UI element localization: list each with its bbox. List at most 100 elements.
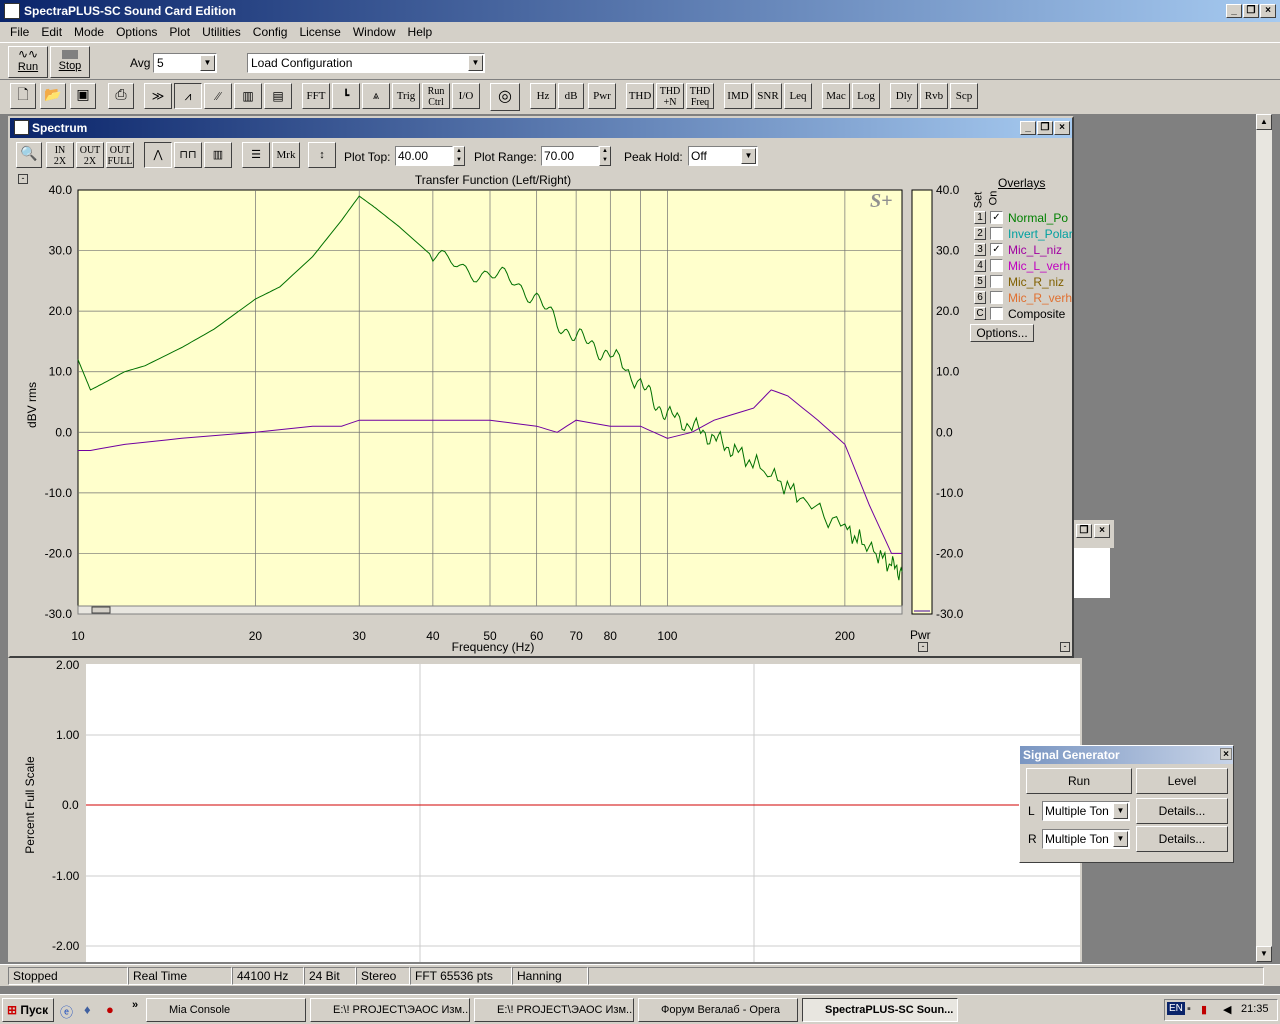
overlay-checkbox[interactable]: ✓ xyxy=(990,243,1003,256)
thd-n-button[interactable]: THD +N xyxy=(656,83,684,109)
io-button[interactable]: I/O xyxy=(452,83,480,109)
main-scrollbar[interactable]: ▲ ▼ xyxy=(1256,114,1272,962)
collapse-icon[interactable]: - xyxy=(1060,642,1070,652)
tray-app-icon[interactable]: ▪ xyxy=(1187,1003,1191,1015)
menu-options[interactable]: Options xyxy=(110,25,163,39)
left-details-button[interactable]: Details... xyxy=(1136,798,1228,824)
scroll-up-icon[interactable]: ▲ xyxy=(1256,114,1272,130)
phase-mode-icon[interactable]: ∕∕ xyxy=(204,83,232,109)
overlay-checkbox[interactable] xyxy=(990,259,1003,272)
overlay-set-button[interactable]: C xyxy=(974,307,986,320)
thd-button[interactable]: THD xyxy=(626,83,654,109)
overlay-set-button[interactable]: 2 xyxy=(974,227,986,240)
task-spectraplus[interactable]: SpectraPLUS-SC Soun... xyxy=(802,998,958,1022)
spectrum-mode-icon[interactable]: ⩘ xyxy=(174,83,202,109)
chevron-down-icon[interactable]: ▼ xyxy=(1113,803,1128,819)
overlay-name[interactable]: Mic_L_niz xyxy=(1008,243,1062,257)
chevron-down-icon[interactable]: ▼ xyxy=(468,55,483,71)
overlay-set-button[interactable]: 4 xyxy=(974,259,986,272)
axis-icon[interactable]: ┗ xyxy=(332,83,360,109)
scroll-down-icon[interactable]: ▼ xyxy=(1256,946,1272,962)
right-details-button[interactable]: Details... xyxy=(1136,826,1228,852)
task-explorer-1[interactable]: E:\! PROJECT\ЭАОС Изм... xyxy=(310,998,470,1022)
overlay-checkbox[interactable] xyxy=(990,227,1003,240)
speaker-icon[interactable]: ◀ xyxy=(1223,1003,1231,1016)
dly-button[interactable]: Dly xyxy=(890,83,918,109)
menu-help[interactable]: Help xyxy=(402,25,439,39)
generator-run-button[interactable]: Run xyxy=(1026,768,1132,794)
chevron-more-icon[interactable]: » xyxy=(132,999,138,1011)
fft-button[interactable]: FFT xyxy=(302,83,330,109)
hz-button[interactable]: Hz xyxy=(530,83,556,109)
overlay-name[interactable]: Composite xyxy=(1008,307,1065,321)
spectrum-chart[interactable]: 40.0 40.030.0 30.020.0 20.010.0 10.00.0 0.0-1… xyxy=(10,118,1072,658)
overlay-checkbox[interactable] xyxy=(990,275,1003,288)
task-explorer-2[interactable]: E:\! PROJECT\ЭАОС Изм... xyxy=(474,998,634,1022)
save-disk-icon[interactable]: ▣ xyxy=(70,83,96,109)
overlay-set-button[interactable]: 5 xyxy=(974,275,986,288)
config-select[interactable]: Load Configuration ▼ xyxy=(247,53,485,73)
overlay-set-button[interactable]: 1 xyxy=(974,211,986,224)
thd-freq-button[interactable]: THD Freq xyxy=(686,83,714,109)
pwr-button[interactable]: Pwr xyxy=(588,83,616,109)
menu-window[interactable]: Window xyxy=(347,25,402,39)
new-file-icon[interactable]: 🗋 xyxy=(10,83,36,109)
overlay-name[interactable]: Mic_R_verh xyxy=(1008,291,1072,305)
menu-mode[interactable]: Mode xyxy=(68,25,110,39)
task-mia-console[interactable]: Mia Console xyxy=(146,998,306,1022)
close-button[interactable]: × xyxy=(1260,4,1276,18)
menu-edit[interactable]: Edit xyxy=(35,25,68,39)
task-opera[interactable]: Форум Вегалаб - Opera xyxy=(638,998,798,1022)
left-waveform-select[interactable]: Multiple Ton ▼ xyxy=(1042,801,1130,821)
overlay-checkbox[interactable] xyxy=(990,291,1003,304)
overlay-set-button[interactable]: 6 xyxy=(974,291,986,304)
tray-echo-icon[interactable]: ▮ xyxy=(1201,1003,1207,1016)
overlay-name[interactable]: Normal_Po xyxy=(1008,211,1068,225)
restore-button[interactable]: ❐ xyxy=(1076,524,1092,538)
overlay-options-button[interactable]: Options... xyxy=(970,324,1034,342)
menu-license[interactable]: License xyxy=(293,25,346,39)
rvb-button[interactable]: Rvb xyxy=(920,83,948,109)
print-icon[interactable]: ⎙ xyxy=(108,83,134,109)
avg-select[interactable]: 5 ▼ xyxy=(153,53,217,73)
run-button[interactable]: ∿∿ Run xyxy=(8,46,48,78)
close-icon[interactable]: × xyxy=(1220,748,1232,760)
quicklaunch-icon[interactable]: ♦ xyxy=(84,1002,91,1017)
menu-utilities[interactable]: Utilities xyxy=(196,25,247,39)
right-waveform-select[interactable]: Multiple Ton ▼ xyxy=(1042,829,1130,849)
db-button[interactable]: dB xyxy=(558,83,584,109)
language-indicator[interactable]: EN xyxy=(1167,1002,1185,1015)
ie-icon[interactable]: ⓔ xyxy=(60,1002,73,1021)
log-button[interactable]: Log xyxy=(852,83,880,109)
imd-button[interactable]: IMD xyxy=(724,83,752,109)
leq-button[interactable]: Leq xyxy=(784,83,812,109)
menu-config[interactable]: Config xyxy=(247,25,294,39)
snr-button[interactable]: SNR xyxy=(754,83,782,109)
collapse-icon[interactable]: - xyxy=(918,642,928,652)
clock[interactable]: 21:35 xyxy=(1241,1003,1269,1015)
start-button[interactable]: ⊞ Пуск xyxy=(2,998,54,1022)
trig-button[interactable]: Trig xyxy=(392,83,420,109)
generator-sine-icon[interactable]: ◎ xyxy=(490,83,520,111)
overlay-name[interactable]: Invert_Polar xyxy=(1008,227,1073,241)
overlay-name[interactable]: Mic_L_verh xyxy=(1008,259,1070,273)
overlay-set-button[interactable]: 3 xyxy=(974,243,986,256)
spectrogram-icon[interactable]: ▥ xyxy=(234,83,262,109)
3d-surface-icon[interactable]: ▤ xyxy=(264,83,292,109)
overlay-checkbox[interactable]: ✓ xyxy=(990,211,1003,224)
menu-plot[interactable]: Plot xyxy=(163,25,196,39)
overlay-checkbox[interactable] xyxy=(990,307,1003,320)
minimize-button[interactable]: _ xyxy=(1226,4,1242,18)
mac-button[interactable]: Mac xyxy=(822,83,850,109)
open-folder-icon[interactable]: 📂 xyxy=(40,83,66,109)
scp-button[interactable]: Scp xyxy=(950,83,978,109)
opera-icon[interactable]: ● xyxy=(106,1002,114,1017)
chevron-down-icon[interactable]: ▼ xyxy=(1113,831,1128,847)
restore-button[interactable]: ❐ xyxy=(1243,4,1259,18)
scope-mode-icon[interactable]: ≫ xyxy=(144,83,172,109)
chevron-down-icon[interactable]: ▼ xyxy=(200,55,215,71)
menu-file[interactable]: File xyxy=(4,25,35,39)
generator-level-button[interactable]: Level xyxy=(1136,768,1228,794)
overlay-name[interactable]: Mic_R_niz xyxy=(1008,275,1064,289)
close-button[interactable]: × xyxy=(1094,524,1110,538)
